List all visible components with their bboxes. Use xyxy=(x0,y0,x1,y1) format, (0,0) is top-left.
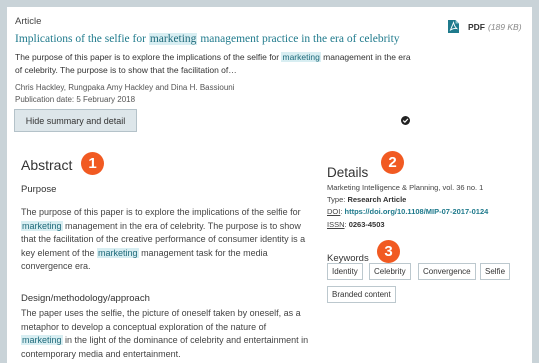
doi-line: DOI: https://doi.org/10.1108/MIP-07-2017… xyxy=(327,207,489,216)
keyword-branded-content[interactable]: Branded content xyxy=(327,286,396,303)
type-label: Type: xyxy=(327,195,346,204)
content-type-label: Article xyxy=(15,16,42,27)
design-text-2: in the light of the dominance of celebri… xyxy=(21,335,309,359)
purpose-text-1: The purpose of this paper is to explore … xyxy=(21,207,301,217)
pdf-download-link[interactable]: PDF (189 KB) xyxy=(448,20,522,33)
pdf-label: PDF xyxy=(468,21,485,32)
article-title-link[interactable]: Implications of the selfie for marketing… xyxy=(15,33,400,45)
issn-value: 0263-4503 xyxy=(348,220,385,229)
journal-info: Marketing Intelligence & Planning, vol. … xyxy=(327,183,484,192)
design-paragraph: The paper uses the selfie, the picture o… xyxy=(21,307,309,361)
search-term-highlight: marketing xyxy=(148,33,198,45)
pdf-size: (189 KB) xyxy=(488,21,522,32)
keyword-identity[interactable]: Identity xyxy=(327,263,363,280)
doi-label: DOI xyxy=(327,207,341,216)
article-card: Article Implications of the selfie for m… xyxy=(7,7,532,363)
author-list: Chris Hackley, Rungpaka Amy Hackley and … xyxy=(15,83,235,92)
pdf-file-icon xyxy=(448,20,459,33)
purpose-paragraph: The purpose of this paper is to explore … xyxy=(21,206,309,274)
title-text-start: Implications of the selfie for xyxy=(15,33,149,45)
purpose-heading: Purpose xyxy=(21,184,57,195)
keyword-selfie[interactable]: Selfie xyxy=(480,263,511,280)
type-value: Research Article xyxy=(347,195,407,204)
callout-badge-1: 1 xyxy=(81,152,104,175)
article-summary: The purpose of this paper is to explore … xyxy=(15,51,415,77)
search-term-highlight: marketing xyxy=(281,52,321,62)
abstract-heading: Abstract xyxy=(21,157,73,173)
publication-date: Publication date: 5 February 2018 xyxy=(15,95,136,104)
check-circle-icon xyxy=(401,116,410,125)
keyword-convergence[interactable]: Convergence xyxy=(418,263,476,280)
hide-summary-button[interactable]: Hide summary and detail xyxy=(14,109,137,132)
issn-label: ISSN xyxy=(327,220,345,229)
keyword-celebrity[interactable]: Celebrity xyxy=(369,263,411,280)
search-term-highlight: marketing xyxy=(21,220,63,231)
summary-text-start: The purpose of this paper is to explore … xyxy=(15,52,282,62)
details-heading: Details xyxy=(327,165,369,180)
search-term-highlight: marketing xyxy=(21,335,63,345)
issn-line: ISSN: 0263-4503 xyxy=(327,220,385,229)
doi-link[interactable]: https://doi.org/10.1108/MIP-07-2017-0124 xyxy=(345,207,489,216)
design-text-1: The paper uses the selfie, the picture o… xyxy=(21,308,301,332)
article-type: Type: Research Article xyxy=(327,195,406,204)
callout-badge-3: 3 xyxy=(377,240,400,263)
search-term-highlight: marketing xyxy=(97,247,139,258)
title-text-end: management practice in the era of celebr… xyxy=(197,33,400,45)
design-heading: Design/methodology/approach xyxy=(21,293,150,304)
callout-badge-2: 2 xyxy=(381,151,404,174)
